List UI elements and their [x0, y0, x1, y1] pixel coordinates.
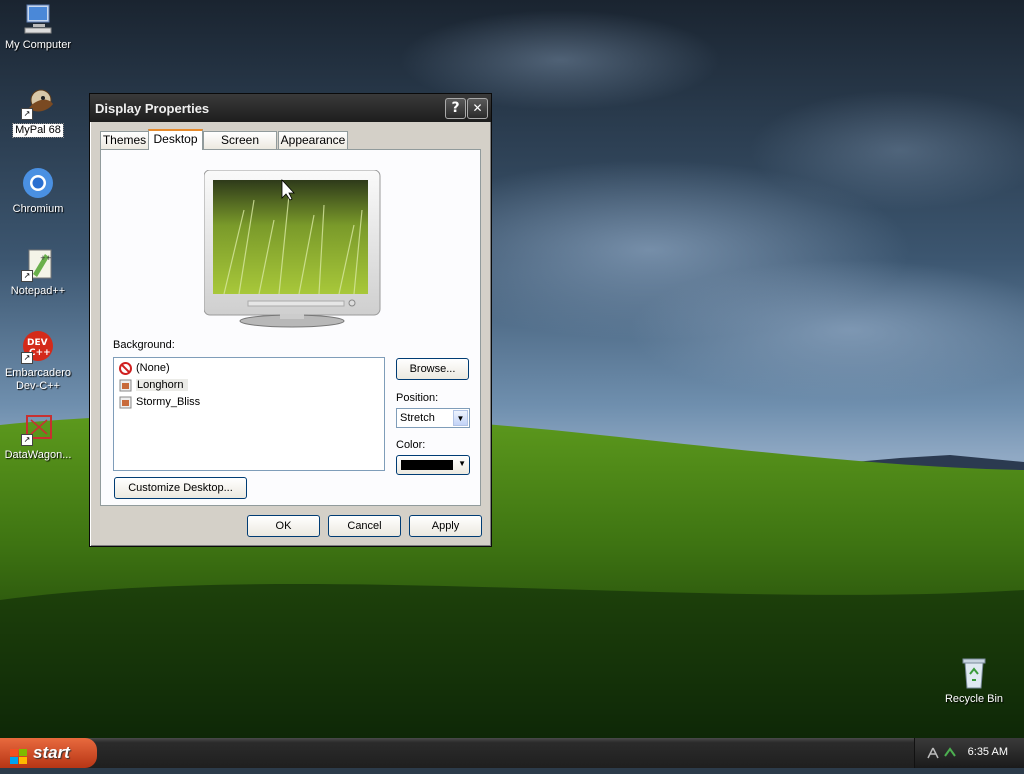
datawagon-icon: ↗ [21, 412, 55, 446]
windows-logo-icon [10, 745, 27, 764]
tab-desktop[interactable]: Desktop [148, 129, 203, 150]
system-tray: 6:35 AM [914, 738, 1024, 768]
desktop-icon-mypal[interactable]: ↗ MyPal 68 [0, 86, 76, 138]
chevron-down-icon: ▼ [458, 459, 466, 468]
color-label: Color: [396, 439, 426, 451]
color-swatch [401, 460, 453, 470]
recycle-bin-icon [957, 656, 991, 690]
tab-appearance[interactable]: Appearance [278, 131, 348, 149]
close-button[interactable]: ✕ [467, 98, 488, 119]
desktop-icon-label: Chromium [12, 203, 64, 215]
background-listbox[interactable]: (None) Longhorn Stormy_Bliss [113, 357, 385, 471]
list-item-label: Longhorn [136, 379, 188, 391]
tab-screen-saver[interactable]: Screen Saver [203, 131, 277, 164]
desktop-icon-label: MyPal 68 [12, 123, 64, 138]
shortcut-arrow-icon: ↗ [21, 352, 33, 364]
desktop-icon-my-computer[interactable]: My Computer [0, 2, 76, 52]
monitor-preview [203, 169, 382, 333]
desktop-icon-chromium[interactable]: Chromium [0, 166, 76, 216]
mypal-icon: ↗ [21, 86, 55, 120]
cancel-button[interactable]: Cancel [328, 515, 401, 537]
image-file-icon [119, 396, 132, 409]
desktop-icon-notepadpp[interactable]: ++ ↗ Notepad++ [0, 248, 76, 298]
list-item[interactable]: (None) [119, 360, 170, 376]
list-item-label: Stormy_Bliss [136, 396, 201, 408]
display-properties-dialog: Display Properties ? ✕ Themes Desktop Sc… [89, 93, 492, 547]
ok-button[interactable]: OK [247, 515, 320, 537]
position-select[interactable]: Stretch ▼ [396, 408, 470, 428]
browse-button[interactable]: Browse... [396, 358, 469, 380]
image-file-icon [119, 379, 132, 392]
shortcut-arrow-icon: ↗ [21, 434, 33, 446]
shortcut-arrow-icon: ↗ [21, 270, 33, 282]
desktop-icon-label: DataWagon... [4, 449, 72, 461]
shortcut-arrow-icon: ↗ [21, 108, 33, 120]
dialog-title: Display Properties [95, 101, 210, 116]
apply-button[interactable]: Apply [409, 515, 482, 537]
tab-themes[interactable]: Themes [100, 131, 149, 149]
start-label: start [33, 743, 70, 762]
desktop-icon-label: Notepad++ [10, 285, 66, 297]
desktop-icon-label: My Computer [4, 39, 72, 51]
devcpp-icon: DEV C++ ↗ [21, 330, 55, 364]
desktop-icon-label: Embarcadero Dev-C++ [4, 367, 72, 392]
chevron-down-icon: ▼ [453, 410, 468, 426]
desktop-tab-panel: Background: (None) Longhorn Stormy_Bliss [100, 149, 481, 506]
none-icon [119, 361, 132, 375]
desktop-icon-recycle-bin[interactable]: Recycle Bin [936, 656, 1012, 706]
desktop-icon-devcpp[interactable]: DEV C++ ↗ Embarcadero Dev-C++ [0, 330, 76, 393]
computer-icon [21, 2, 55, 36]
svg-text:++: ++ [40, 254, 52, 262]
start-button[interactable]: start [0, 738, 97, 768]
desktop-icon-datawagon[interactable]: ↗ DataWagon... [0, 412, 76, 462]
clock[interactable]: 6:35 AM [968, 746, 1008, 758]
notepadpp-icon: ++ ↗ [21, 248, 55, 282]
taskbar: start 6:35 AM [0, 738, 1024, 768]
color-picker-button[interactable]: ▼ [396, 455, 470, 475]
list-item[interactable]: Longhorn [119, 377, 188, 393]
position-label: Position: [396, 392, 439, 404]
list-item[interactable]: Stormy_Bliss [119, 394, 200, 410]
position-value: Stretch [400, 412, 435, 424]
network-icon[interactable] [927, 746, 941, 760]
dialog-titlebar[interactable]: Display Properties ? ✕ [90, 94, 491, 122]
chromium-icon [21, 166, 55, 200]
safely-remove-icon[interactable] [943, 746, 957, 760]
customize-desktop-button[interactable]: Customize Desktop... [114, 477, 247, 499]
help-button[interactable]: ? [445, 98, 466, 119]
background-label: Background: [113, 339, 175, 351]
svg-text:DEV: DEV [27, 338, 48, 348]
list-item-label: (None) [136, 362, 170, 374]
desktop-icon-label: Recycle Bin [944, 693, 1004, 705]
